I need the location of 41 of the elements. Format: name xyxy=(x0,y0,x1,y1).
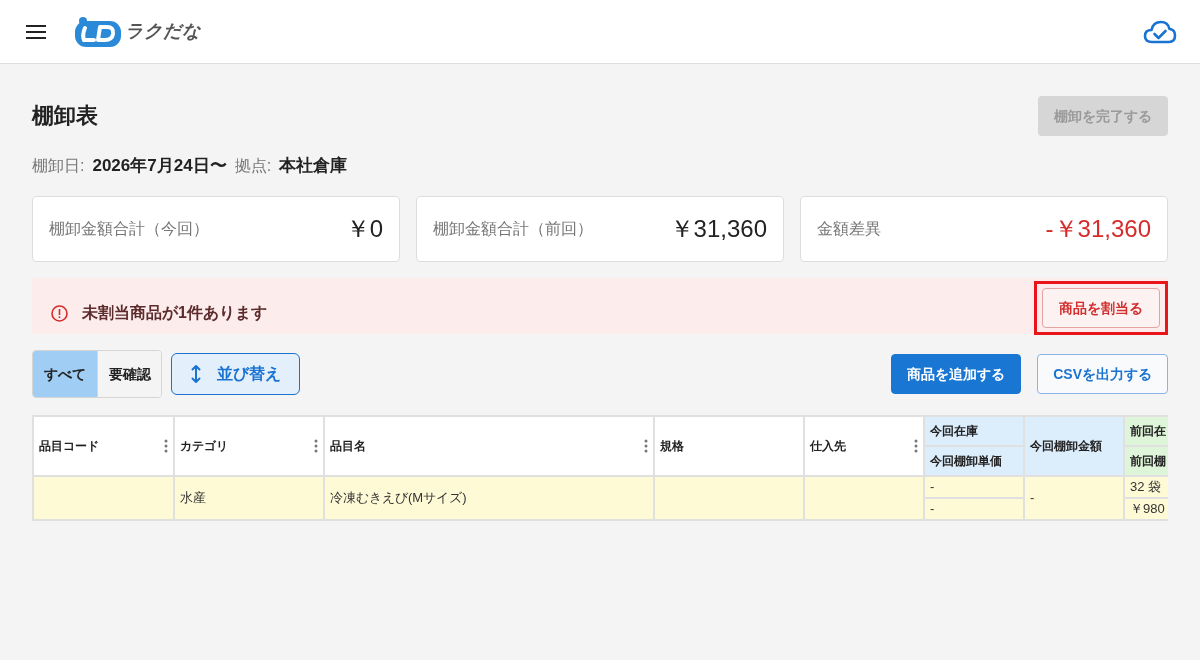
alert-message: 未割当商品が1件あります xyxy=(82,303,267,323)
kebab-menu-icon[interactable] xyxy=(314,439,318,453)
cloud-check-icon[interactable] xyxy=(1143,19,1177,44)
add-product-button[interactable]: 商品を追加する xyxy=(891,354,1022,394)
column-label: カテゴリ xyxy=(180,438,228,455)
logo-text: ラクだな xyxy=(125,20,201,43)
column-label: 今回在庫 xyxy=(930,423,978,440)
table-cell: - xyxy=(1024,476,1124,520)
summary-label: 金額差異 xyxy=(817,219,881,239)
alert-icon xyxy=(51,304,68,322)
kebab-menu-icon[interactable] xyxy=(644,439,648,453)
summary-value: ￥31,360 xyxy=(669,214,767,244)
filter-tab[interactable]: すべて xyxy=(33,351,97,397)
column-label: 前回在 xyxy=(1130,423,1166,440)
kebab-menu-icon[interactable] xyxy=(914,439,918,453)
info-value: 本社倉庫 xyxy=(279,156,348,176)
summary-value: -￥31,360 xyxy=(1045,214,1151,244)
column-label: 今回棚卸金額 xyxy=(1030,438,1102,455)
column-label: 仕入先 xyxy=(810,438,846,455)
sort-button[interactable]: 並び替え xyxy=(171,353,300,395)
kebab-menu-icon[interactable] xyxy=(164,439,168,453)
export-csv-button[interactable]: CSVを出力する xyxy=(1037,354,1168,394)
assign-products-button[interactable]: 商品を割当る xyxy=(1042,288,1160,328)
summary-label: 棚卸金額合計（今回） xyxy=(49,219,209,239)
table-cell: 水産 xyxy=(174,476,324,520)
column-label: 前回棚 xyxy=(1130,453,1166,470)
logo-icon[interactable] xyxy=(74,16,122,47)
info-value: 2026年7月24日〜 xyxy=(92,156,227,176)
info-label: 棚卸日: xyxy=(32,156,85,176)
menu-icon[interactable] xyxy=(26,24,46,39)
column-label: 今回棚卸単価 xyxy=(930,453,1002,470)
column-label: 品目コード xyxy=(39,438,99,455)
filter-tab[interactable]: 要確認 xyxy=(97,351,161,397)
table-cell: 冷凍むきえび(Mサイズ) xyxy=(324,476,654,520)
page-title: 棚卸表 xyxy=(32,102,98,130)
vertical-arrows-icon xyxy=(190,364,201,384)
column-label: 品目名 xyxy=(330,438,366,455)
summary-value: ￥0 xyxy=(345,214,383,244)
summary-label: 棚卸金額合計（前回） xyxy=(433,219,593,239)
info-label: 拠点: xyxy=(234,156,272,176)
column-label: 規格 xyxy=(660,438,684,455)
